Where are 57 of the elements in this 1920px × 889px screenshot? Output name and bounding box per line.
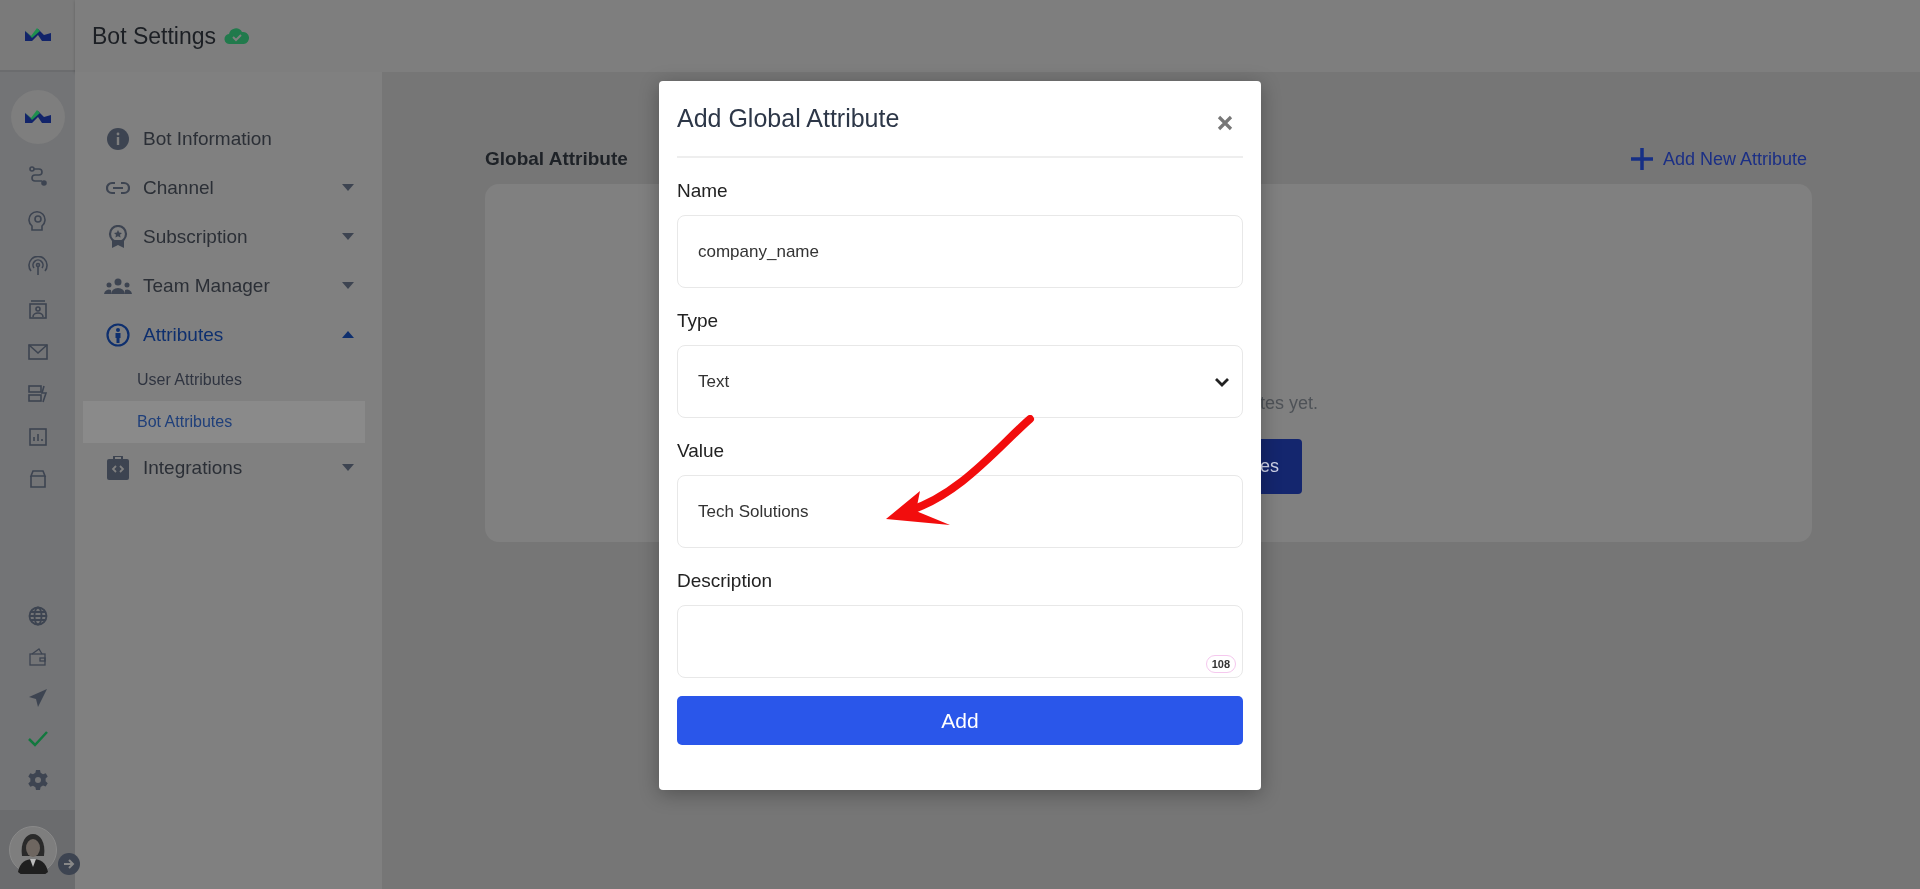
add-attribute-label[interactable]: Add New Attribute — [1662, 148, 1807, 170]
section-heading: Global Attribute — [485, 148, 628, 170]
field-value: company_name — [698, 241, 819, 262]
sidebar-item[interactable]: Team Manager — [75, 261, 382, 310]
report-icon[interactable] — [28, 428, 47, 446]
mail-icon[interactable] — [27, 344, 48, 360]
sidebar-item[interactable]: Bot Information — [75, 114, 382, 163]
sidebar-item[interactable]: Attributes — [75, 310, 382, 359]
send-icon[interactable] — [27, 688, 48, 708]
sidebar-item[interactable]: Channel — [75, 163, 382, 212]
server-bolt-icon[interactable] — [27, 384, 48, 404]
caret-icon — [342, 331, 354, 338]
broadcast-icon[interactable] — [27, 256, 48, 276]
caret-icon — [342, 233, 354, 240]
wallet-icon[interactable] — [28, 648, 47, 666]
dialog-title: Add Global Attribute — [677, 104, 900, 133]
field-label: Name — [677, 180, 729, 202]
field-label: Value — [677, 440, 726, 462]
add-attribute-link[interactable]: Add New Attribute — [1629, 147, 1807, 171]
sidebar-subitem[interactable]: User Attributes — [83, 359, 365, 401]
close-icon[interactable] — [1217, 114, 1233, 131]
brain-icon[interactable] — [27, 210, 48, 232]
create-button[interactable]: es — [1260, 439, 1302, 494]
award-icon — [108, 224, 128, 249]
field-value: Tech Solutions — [698, 501, 809, 522]
store-icon[interactable] — [28, 470, 47, 488]
field-label: Description — [677, 570, 774, 592]
logo-icon[interactable] — [23, 27, 52, 43]
flow-icon[interactable] — [27, 166, 48, 186]
check-icon[interactable] — [26, 730, 49, 748]
cloud-check-icon — [224, 27, 251, 45]
sidebar-item[interactable]: Integrations — [75, 443, 382, 492]
caret-icon — [342, 464, 354, 471]
select-value: Text — [698, 371, 730, 392]
arrow-right-icon[interactable] — [58, 853, 80, 875]
type-select[interactable]: Text — [677, 345, 1243, 418]
sidebar-item[interactable]: Subscription — [75, 212, 382, 261]
sidebar-subitem[interactable]: Bot Attributes — [83, 401, 365, 443]
input-field[interactable]: Tech Solutions — [677, 475, 1243, 548]
globe-icon[interactable] — [27, 606, 48, 626]
info-icon — [107, 127, 129, 150]
caret-icon — [342, 282, 354, 289]
input-field[interactable]: company_name — [677, 215, 1243, 288]
team-icon — [104, 277, 132, 294]
caret-icon — [342, 184, 354, 191]
description-field[interactable]: 108 — [677, 605, 1243, 678]
person-circle-icon — [106, 322, 130, 347]
settings-icon[interactable] — [27, 770, 48, 790]
chevron-down-icon — [1214, 376, 1230, 387]
field-label: Type — [677, 310, 720, 332]
code-briefcase-icon — [107, 455, 129, 480]
plus-icon — [1629, 147, 1654, 171]
page-title: Bot Settings — [92, 22, 217, 50]
link-icon — [106, 180, 130, 195]
contact-card-icon[interactable] — [27, 300, 48, 320]
user-avatar[interactable] — [9, 825, 57, 874]
add-button[interactable]: Add — [677, 696, 1243, 745]
